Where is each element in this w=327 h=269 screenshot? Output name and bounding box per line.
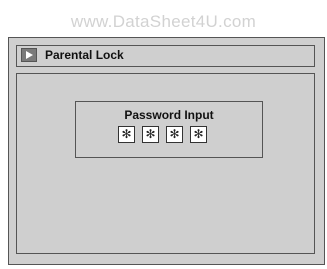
- password-digits: ✻ ✻ ✻ ✻: [118, 126, 207, 143]
- watermark: www.DataSheet4U.com: [70, 12, 257, 31]
- password-input-dialog: Password Input ✻ ✻ ✻ ✻: [75, 101, 263, 158]
- password-digit-3[interactable]: ✻: [166, 126, 183, 143]
- password-input-title: Password Input: [124, 108, 214, 122]
- password-digit-1[interactable]: ✻: [118, 126, 135, 143]
- page-title: Parental Lock: [45, 48, 124, 62]
- parental-lock-screen: Parental Lock Password Input ✻ ✻ ✻ ✻: [8, 37, 325, 265]
- title-bar: Parental Lock: [16, 45, 315, 67]
- play-icon: [21, 48, 37, 62]
- password-digit-4[interactable]: ✻: [190, 126, 207, 143]
- content-area: Password Input ✻ ✻ ✻ ✻: [16, 73, 315, 254]
- password-digit-2[interactable]: ✻: [142, 126, 159, 143]
